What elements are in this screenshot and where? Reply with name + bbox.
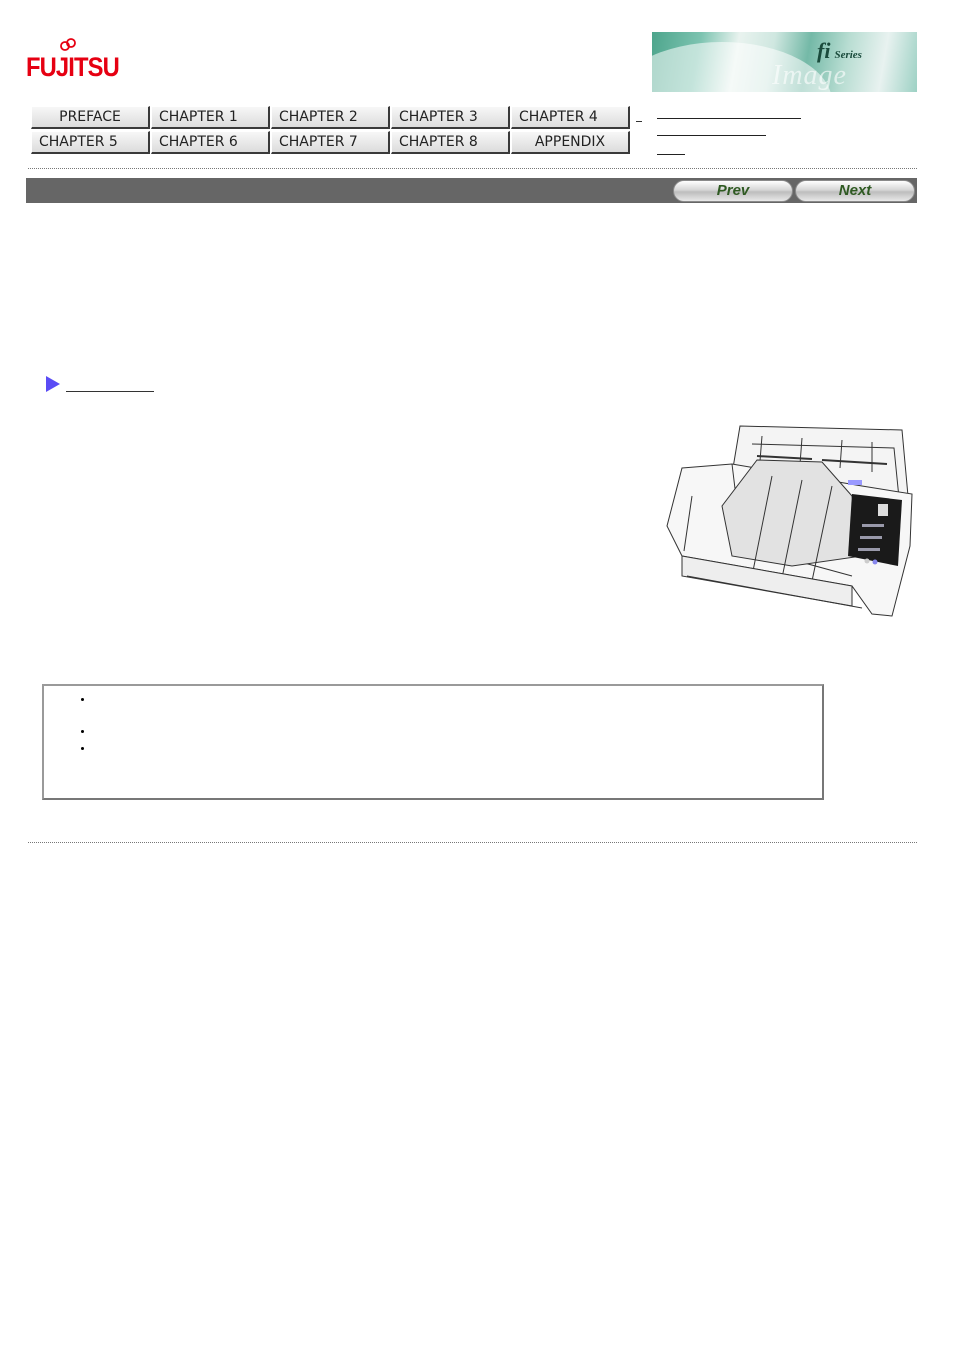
side-link-1[interactable] [657, 118, 801, 119]
banner-series: Series [834, 49, 862, 61]
banner-fi: fi [817, 38, 831, 63]
note-box [42, 684, 824, 800]
section-link-underline[interactable] [66, 390, 154, 392]
nav-chapter-6[interactable]: CHAPTER 6 [151, 131, 270, 154]
banner-watermark: Image Scanner [772, 60, 847, 91]
divider-bottom [28, 842, 917, 843]
chapter-nav: PREFACE CHAPTER 1 CHAPTER 2 CHAPTER 3 CH… [31, 106, 637, 156]
divider-top [28, 168, 917, 169]
nav-tick [636, 121, 642, 122]
nav-appendix[interactable]: APPENDIX [511, 131, 630, 154]
nav-chapter-3[interactable]: CHAPTER 3 [391, 106, 510, 129]
nav-row-1: PREFACE CHAPTER 1 CHAPTER 2 CHAPTER 3 CH… [31, 106, 637, 131]
side-link-3[interactable] [657, 154, 685, 155]
note-bullet-3 [81, 747, 84, 750]
nav-preface[interactable]: PREFACE [31, 106, 150, 129]
logo-rings-icon [60, 38, 76, 51]
prev-button[interactable]: Prev [673, 180, 793, 202]
arrow-right-icon [46, 376, 60, 392]
logo-text: FUJITSU [26, 52, 120, 82]
section-link[interactable] [46, 376, 154, 392]
nav-row-2: CHAPTER 5 CHAPTER 6 CHAPTER 7 CHAPTER 8 … [31, 131, 637, 156]
note-bullet-2 [81, 730, 84, 733]
side-link-2[interactable] [657, 135, 766, 136]
note-bullet-1 [81, 698, 84, 701]
fi-series-banner: Image Scanner fi Series [652, 32, 917, 92]
banner-fi-series: fi Series [817, 38, 862, 64]
scanner-illustration [666, 425, 913, 617]
fujitsu-logo: FUJITSU [26, 38, 122, 88]
nav-chapter-1[interactable]: CHAPTER 1 [151, 106, 270, 129]
nav-chapter-5[interactable]: CHAPTER 5 [31, 131, 150, 154]
nav-chapter-2[interactable]: CHAPTER 2 [271, 106, 390, 129]
nav-chapter-8[interactable]: CHAPTER 8 [391, 131, 510, 154]
nav-chapter-4[interactable]: CHAPTER 4 [511, 106, 630, 129]
nav-chapter-7[interactable]: CHAPTER 7 [271, 131, 390, 154]
next-button[interactable]: Next [795, 180, 915, 202]
